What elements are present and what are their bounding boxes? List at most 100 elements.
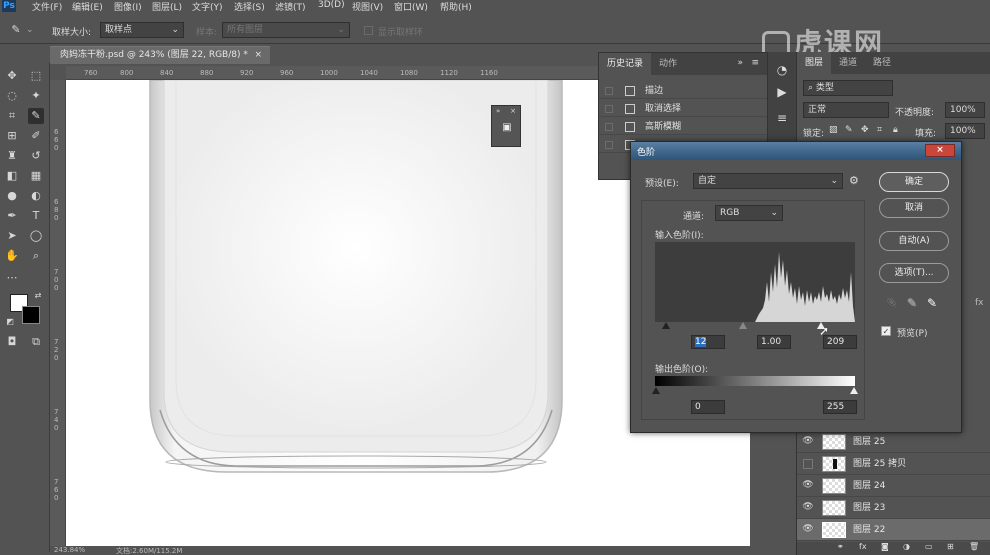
history-brush-tool-icon[interactable]: ↺ xyxy=(28,148,44,164)
history-item[interactable]: 描边 xyxy=(599,83,767,99)
history-item[interactable]: 取消选择 xyxy=(599,101,767,117)
photoshop-logo-icon[interactable]: Ps xyxy=(2,0,16,12)
menu-select[interactable]: 选择(S) xyxy=(234,0,265,13)
document-tab[interactable]: 肉妈冻干粉.psd @ 243% (图层 22, RGB/8) * × xyxy=(50,46,270,64)
menu-view[interactable]: 视图(V) xyxy=(352,0,383,13)
preset-options-gear-icon[interactable]: ⚙ xyxy=(849,174,859,187)
layer-row-selected[interactable]: 👁︎ 图层 22 xyxy=(797,519,990,541)
white-point-eyedropper-icon[interactable]: ✎ xyxy=(927,296,937,310)
crop-tool-icon[interactable]: ⌗ xyxy=(4,108,20,124)
preset-chevron-icon[interactable]: ⌄ xyxy=(26,25,34,35)
eyedropper-tool-icon[interactable]: ✎ xyxy=(28,108,44,124)
properties-panel-icon[interactable]: ≡ xyxy=(774,110,790,126)
history-brush-source-checkbox[interactable] xyxy=(605,87,613,95)
preview-checkbox[interactable]: ✓ xyxy=(881,326,891,336)
more-tools-icon[interactable]: ⋯ xyxy=(4,270,20,286)
default-colors-icon[interactable]: ◩ xyxy=(2,314,18,330)
panel-menu-icon[interactable]: ≡ xyxy=(751,58,759,68)
tab-paths[interactable]: 路径 xyxy=(865,52,899,74)
brush-tool-icon[interactable]: ✐ xyxy=(28,128,44,144)
layer-row[interactable]: 👁︎ 图层 24 xyxy=(797,475,990,497)
gray-point-eyedropper-icon[interactable]: ✎ xyxy=(907,296,917,310)
fill-input[interactable]: 100% xyxy=(945,123,985,139)
lock-position-icon[interactable]: ✥ xyxy=(861,125,869,135)
menu-edit[interactable]: 编辑(E) xyxy=(72,0,103,13)
group-icon[interactable]: ▭ xyxy=(925,542,933,551)
input-white-field[interactable]: 209 xyxy=(823,335,857,349)
mask-icon[interactable]: ◙ xyxy=(881,542,889,551)
ok-button[interactable]: 确定 xyxy=(879,172,949,192)
fx-icon[interactable]: fx xyxy=(975,298,984,308)
tab-history[interactable]: 历史记录 xyxy=(599,53,652,75)
history-brush-source-checkbox[interactable] xyxy=(605,105,613,113)
menu-window[interactable]: 窗口(W) xyxy=(394,0,428,13)
properties-icon[interactable]: ▣ xyxy=(500,122,514,136)
menu-layer[interactable]: 图层(L) xyxy=(152,0,182,13)
close-button[interactable]: × xyxy=(925,144,955,157)
tab-actions[interactable]: 动作 xyxy=(651,53,685,75)
output-white-slider[interactable] xyxy=(850,387,858,394)
screen-mode-icon[interactable]: ⧉ xyxy=(28,334,44,350)
sample-size-select[interactable]: 取样点 ⌄ xyxy=(100,22,184,38)
type-tool-icon[interactable]: T xyxy=(28,208,44,224)
gradient-tool-icon[interactable]: ▦ xyxy=(28,168,44,184)
input-gamma-slider[interactable] xyxy=(739,322,747,329)
output-white-field[interactable]: 255 xyxy=(823,400,857,414)
visibility-eye-icon[interactable]: 👁︎ xyxy=(802,480,814,492)
show-ring-checkbox[interactable] xyxy=(364,26,373,35)
opacity-input[interactable]: 100% xyxy=(945,102,985,118)
document-size[interactable]: 文档:2.60M/115.2M xyxy=(116,546,182,555)
input-black-field[interactable]: 12 xyxy=(691,335,725,349)
preset-select[interactable]: 自定 ⌄ xyxy=(693,173,843,189)
menu-help[interactable]: 帮助(H) xyxy=(440,0,472,13)
blur-tool-icon[interactable]: ● xyxy=(4,188,20,204)
path-selection-tool-icon[interactable]: ➤ xyxy=(4,228,20,244)
adjustment-icon[interactable]: ◑ xyxy=(903,542,910,551)
tab-channels[interactable]: 通道 xyxy=(831,52,865,74)
lock-all-icon[interactable]: 🔒︎ xyxy=(893,125,898,135)
sample-select[interactable]: 所有图层 ⌄ xyxy=(222,22,350,38)
eraser-tool-icon[interactable]: ◧ xyxy=(4,168,20,184)
menu-file[interactable]: 文件(F) xyxy=(32,0,62,13)
collapse-icon[interactable]: » xyxy=(496,107,500,115)
swap-colors-icon[interactable]: ⇄ xyxy=(30,288,46,304)
magic-wand-tool-icon[interactable]: ✦ xyxy=(28,88,44,104)
options-button[interactable]: 选项(T)... xyxy=(879,263,949,283)
menu-3d[interactable]: 3D(D) xyxy=(318,0,345,10)
marquee-tool-icon[interactable]: ⬚ xyxy=(28,68,44,84)
menu-type[interactable]: 文字(Y) xyxy=(192,0,223,13)
lasso-tool-icon[interactable]: ◌ xyxy=(4,88,20,104)
history-brush-source-checkbox[interactable] xyxy=(605,123,613,131)
hand-tool-icon[interactable]: ✋ xyxy=(4,248,20,264)
close-icon[interactable]: × xyxy=(254,47,262,64)
zoom-level[interactable]: 243.84% xyxy=(54,546,85,554)
ellipse-tool-icon[interactable]: ◯ xyxy=(28,228,44,244)
lock-pixels-icon[interactable]: ✎ xyxy=(845,125,853,135)
output-black-field[interactable]: 0 xyxy=(691,400,725,414)
eyedropper-preset-icon[interactable]: ✎ xyxy=(8,22,24,38)
actions-play-icon[interactable]: ▶ xyxy=(774,84,790,100)
new-layer-icon[interactable]: ⊞ xyxy=(947,542,954,551)
input-gamma-field[interactable]: 1.00 xyxy=(757,335,791,349)
tab-layers[interactable]: 图层 xyxy=(797,52,832,74)
input-black-slider[interactable] xyxy=(662,322,670,329)
layer-row[interactable]: 图层 25 拷贝 xyxy=(797,453,990,475)
visibility-eye-icon[interactable]: 👁︎ xyxy=(802,502,814,514)
visibility-eye-icon[interactable]: 👁︎ xyxy=(802,436,814,448)
dialog-title-bar[interactable]: 色阶 × xyxy=(631,142,961,160)
link-icon[interactable]: ⚭ xyxy=(837,542,844,551)
menu-image[interactable]: 图像(I) xyxy=(114,0,142,13)
move-tool-icon[interactable]: ✥ xyxy=(4,68,20,84)
lock-artboard-icon[interactable]: ⌗ xyxy=(877,125,882,135)
layer-filter-select[interactable]: ⌕ 类型 xyxy=(803,80,893,96)
output-black-slider[interactable] xyxy=(652,387,660,394)
floating-mini-panel[interactable]: » × ▣ xyxy=(491,105,521,147)
visibility-eye-icon[interactable]: 👁︎ xyxy=(802,524,814,536)
history-panel-icon[interactable]: ◔ xyxy=(774,62,790,78)
layer-row[interactable]: 👁︎ 图层 25 xyxy=(797,431,990,453)
fx-icon[interactable]: fx xyxy=(859,542,867,551)
pen-tool-icon[interactable]: ✒ xyxy=(4,208,20,224)
channel-select[interactable]: RGB ⌄ xyxy=(715,205,783,221)
auto-button[interactable]: 自动(A) xyxy=(879,231,949,251)
cancel-button[interactable]: 取消 xyxy=(879,198,949,218)
